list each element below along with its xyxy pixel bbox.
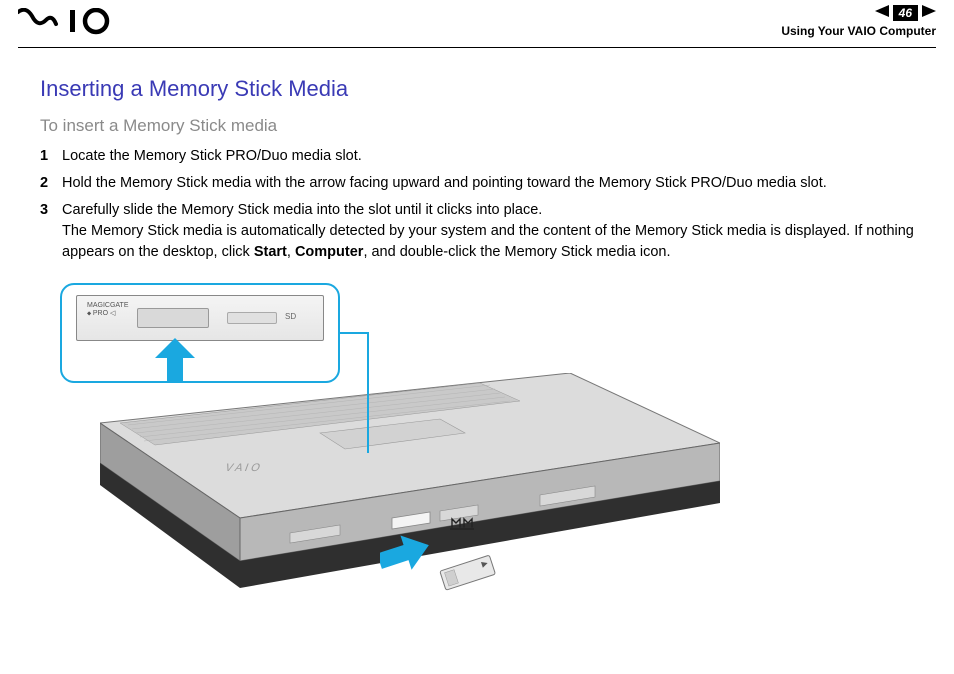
page-title: Inserting a Memory Stick Media xyxy=(40,76,914,102)
step-sep: , xyxy=(287,244,295,260)
step-line2-post: , and double-click the Memory Stick medi… xyxy=(363,244,670,260)
next-arrow-icon[interactable] xyxy=(922,4,936,22)
sd-label: SD xyxy=(285,312,296,321)
vaio-logo xyxy=(18,8,128,36)
up-arrow-icon xyxy=(155,338,195,387)
sd-slot xyxy=(227,312,277,324)
page-subtitle: To insert a Memory Stick media xyxy=(40,116,914,136)
slot-label-magicgate: MAGICGATE ⬥ PRO ◁ xyxy=(87,302,128,317)
slot-callout: MAGICGATE ⬥ PRO ◁ SD xyxy=(60,283,340,383)
step-3: Carefully slide the Memory Stick media i… xyxy=(40,200,914,263)
prev-arrow-icon[interactable] xyxy=(875,4,889,22)
insert-arrow-icon xyxy=(380,533,444,588)
step-bold-start: Start xyxy=(254,244,287,260)
step-2: Hold the Memory Stick media with the arr… xyxy=(40,173,914,194)
instruction-figure: MAGICGATE ⬥ PRO ◁ SD xyxy=(60,283,760,643)
section-label: Using Your VAIO Computer xyxy=(781,24,936,38)
header-right: 46 Using Your VAIO Computer xyxy=(781,4,936,38)
slot-panel: MAGICGATE ⬥ PRO ◁ SD xyxy=(76,295,324,341)
label-bottom: PRO xyxy=(93,310,108,317)
step-1: Locate the Memory Stick PRO/Duo media sl… xyxy=(40,146,914,167)
page-nav: 46 xyxy=(781,4,936,22)
page-header: 46 Using Your VAIO Computer xyxy=(18,0,936,48)
step-text: Locate the Memory Stick PRO/Duo media sl… xyxy=(62,148,362,164)
memorystick-slot xyxy=(137,308,209,328)
page-content: Inserting a Memory Stick Media To insert… xyxy=(0,48,954,643)
label-top: MAGICGATE xyxy=(87,302,128,309)
memorystick-logo-icon xyxy=(450,513,476,534)
step-line1: Carefully slide the Memory Stick media i… xyxy=(62,202,542,218)
step-text: Hold the Memory Stick media with the arr… xyxy=(62,175,827,191)
step-bold-computer: Computer xyxy=(295,244,363,260)
memorystick-card xyxy=(438,551,508,600)
page-number: 46 xyxy=(893,5,918,21)
steps-list: Locate the Memory Stick PRO/Duo media sl… xyxy=(40,146,914,263)
